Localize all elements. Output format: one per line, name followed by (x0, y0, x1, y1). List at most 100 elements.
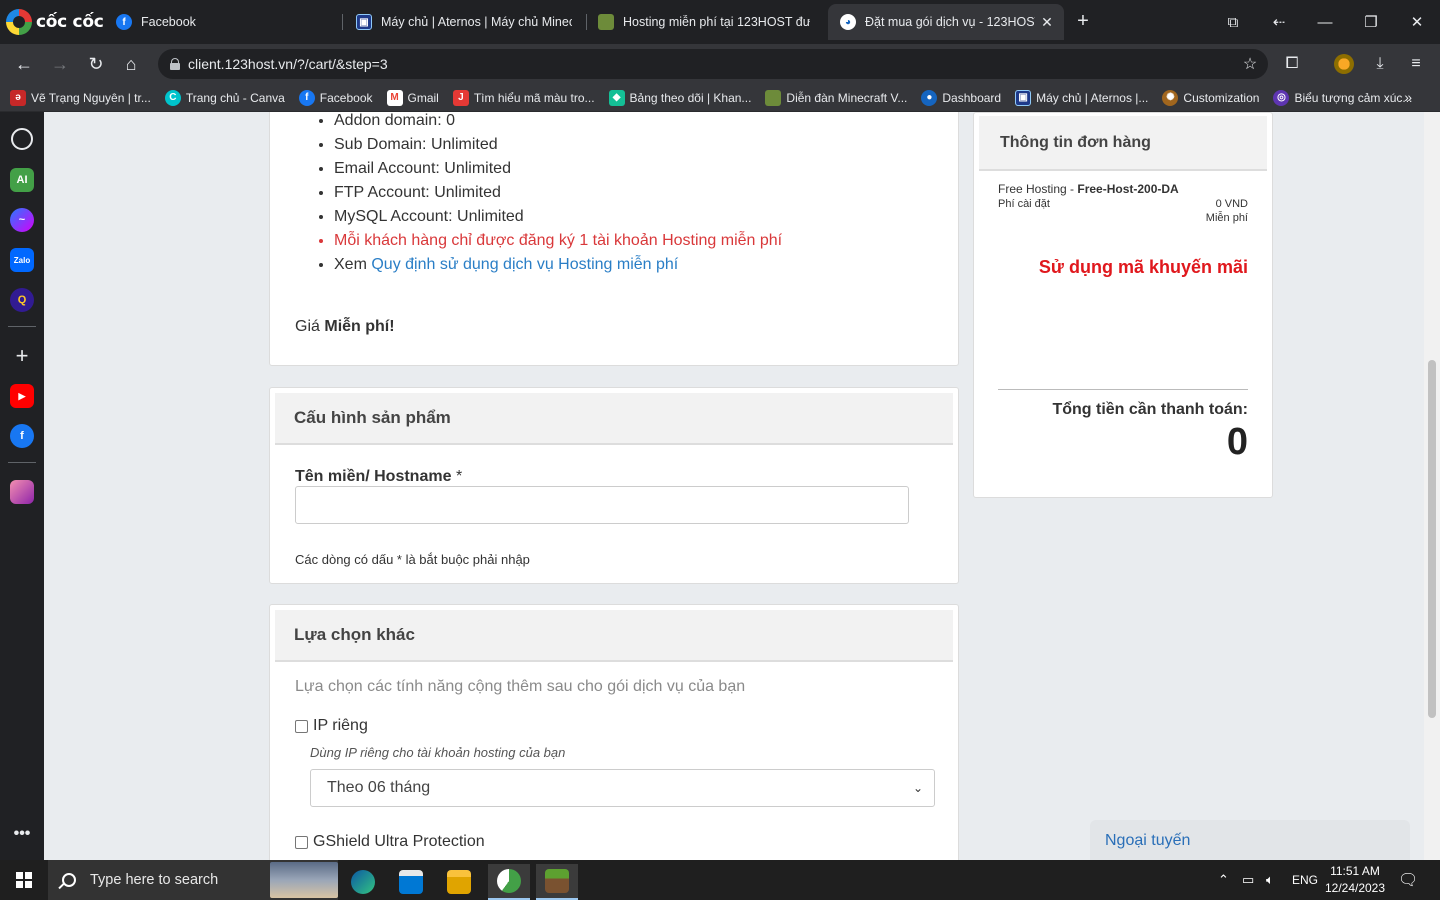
clock-date: 12/24/2023 (1324, 881, 1386, 895)
coccoc-icon (497, 869, 521, 893)
youtube-icon[interactable]: ▶ (10, 384, 34, 408)
address-bar[interactable]: client.123host.vn/?/cart/&step=3 ☆ (158, 49, 1268, 79)
minecraft-block-icon (765, 89, 782, 106)
history-icon[interactable] (11, 128, 33, 150)
tab-search-icon[interactable]: ⧉ (1218, 8, 1248, 36)
promo-code-link[interactable]: Sử dụng mã khuyến mãi (1039, 257, 1248, 278)
browser-brand[interactable]: cốc cốc (6, 8, 104, 36)
minimize-button[interactable]: — (1310, 8, 1340, 36)
q-app-icon[interactable]: Q (10, 288, 34, 312)
home-button[interactable]: ⌂ (117, 50, 145, 78)
panel-title: Cấu hình sản phẩm (275, 393, 953, 445)
zalo-icon[interactable]: Zalo (10, 248, 34, 272)
dedicated-ip-checkbox[interactable] (295, 719, 308, 733)
search-placeholder: Type here to search (90, 872, 219, 888)
facebook-icon[interactable]: f (10, 424, 34, 448)
download-icon[interactable]: ⤓ (1368, 52, 1392, 76)
tab-123host-cart[interactable]: ◕ Đặt mua gói dịch vụ - 123HOST ✕ (828, 4, 1064, 40)
hostname-label: Tên miền/ Hostname * (295, 468, 462, 486)
tray-chevron-icon[interactable]: ⌃ (1218, 860, 1229, 900)
tab-title: Hosting miễn phí tại 123HOST được (623, 15, 810, 29)
bookmark-item[interactable]: Diễn đàn Minecraft V... (765, 89, 908, 106)
close-tab-icon[interactable]: ✕ (1038, 13, 1056, 31)
taskbar-clock[interactable]: 11:51 AM 12/24/2023 (1322, 863, 1388, 897)
tab-hosting-free[interactable]: Hosting miễn phí tại 123HOST được (586, 6, 822, 38)
taskbar-explorer[interactable] (438, 864, 480, 900)
tab-title: Đặt mua gói dịch vụ - 123HOST (865, 15, 1035, 29)
123host-icon: ◕ (840, 14, 856, 30)
notifications-icon[interactable]: 🗨︎ (1398, 860, 1418, 900)
start-button[interactable] (0, 860, 48, 900)
messenger-icon[interactable]: ~ (10, 208, 34, 232)
bookmark-label: Diễn đàn Minecraft V... (786, 90, 908, 105)
scroll-thumb[interactable] (1428, 360, 1436, 718)
taskbar-edge[interactable] (342, 864, 384, 900)
bookmark-item[interactable]: C Trang chủ - Canva (164, 89, 285, 106)
gshield-option[interactable]: GShield Ultra Protection (295, 833, 485, 851)
required-mark: * (455, 468, 463, 485)
forward-button[interactable]: → (46, 50, 74, 78)
aternos-icon: ▣ (356, 14, 372, 30)
bookmark-star-icon[interactable]: ☆ (1240, 54, 1260, 74)
policy-prefix: Xem (334, 256, 367, 273)
feature-item: MySQL Account: Unlimited (334, 205, 782, 229)
bookmark-item[interactable]: ◎ Biểu tượng cảm xúc... (1273, 89, 1412, 106)
dedicated-ip-option[interactable]: IP riêng (295, 717, 368, 735)
tab-facebook[interactable]: f Facebook (104, 6, 334, 38)
bookmark-item[interactable]: ◆ Bảng theo dõi | Khan... (608, 89, 751, 106)
reload-button[interactable]: ↻ (82, 50, 110, 78)
bookmark-item[interactable]: ✺ Customization (1162, 89, 1259, 106)
back-arrow-icon[interactable]: ⇠ (1264, 8, 1294, 36)
bookmark-item[interactable]: J Tìm hiểu mã màu tro... (452, 89, 595, 106)
aternos-icon: ▣ (1015, 89, 1032, 106)
extensions-icon[interactable]: ⧠ (1280, 52, 1304, 76)
minecraft-block-icon (598, 14, 614, 30)
summary-divider (998, 389, 1248, 390)
bookmark-label: Tìm hiểu mã màu tro... (473, 90, 595, 105)
tab-aternos[interactable]: ▣ Máy chủ | Aternos | Máy chủ Minecra (344, 6, 584, 38)
khan-icon: ◆ (608, 89, 625, 106)
profile-avatar[interactable] (1334, 54, 1354, 74)
price-label: Giá (295, 318, 320, 335)
option-label: IP riêng (313, 717, 368, 734)
more-bookmarks-icon[interactable]: » (1404, 89, 1412, 105)
option-subtitle: Dùng IP riêng cho tài khoản hosting của … (310, 745, 566, 760)
hostname-input[interactable] (295, 486, 909, 524)
bookmark-item[interactable]: ǝ Vẽ Trạng Nguyên | tr... (10, 89, 151, 106)
game-app-icon[interactable] (10, 480, 34, 504)
page-scrollbar[interactable] (1424, 112, 1440, 860)
menu-icon[interactable]: ≡ (1404, 52, 1428, 76)
brand-name: cốc cốc (36, 12, 104, 32)
volume-icon[interactable]: 🔈︎ (1266, 860, 1274, 900)
product-name: Free-Host-200-DA (1077, 182, 1179, 196)
back-button[interactable]: ← (10, 50, 38, 78)
more-options-icon[interactable]: ••• (10, 822, 34, 846)
taskbar-store[interactable] (390, 864, 432, 900)
coccoc-logo-icon (6, 9, 32, 35)
close-window-button[interactable]: ✕ (1402, 8, 1432, 36)
bookmark-item[interactable]: ▣ Máy chủ | Aternos |... (1015, 89, 1148, 106)
billing-cycle-select[interactable]: Theo 06 tháng ⌄ (310, 769, 935, 807)
taskbar-coccoc[interactable] (488, 864, 530, 900)
new-tab-button[interactable]: + (1072, 10, 1094, 32)
bookmark-item[interactable]: ● Dashboard (921, 89, 1001, 106)
add-panel-icon[interactable]: + (10, 343, 34, 368)
language-indicator[interactable]: ENG (1292, 860, 1318, 900)
policy-link[interactable]: Quy định sử dụng dịch vụ Hosting miễn ph… (371, 256, 678, 273)
facebook-icon: f (116, 14, 132, 30)
lock-icon[interactable] (170, 58, 180, 70)
gshield-checkbox[interactable] (295, 835, 308, 849)
ai-assistant-icon[interactable]: AI (10, 168, 34, 192)
bookmark-item[interactable]: f Facebook (298, 89, 373, 106)
restore-button[interactable]: ❐ (1356, 8, 1386, 36)
search-icon (62, 873, 76, 887)
taskbar-search[interactable]: Type here to search (48, 860, 338, 900)
bookmark-item[interactable]: M Gmail (386, 89, 439, 106)
option-label: GShield Ultra Protection (313, 833, 485, 850)
network-icon[interactable]: ▭ (1242, 860, 1254, 900)
taskbar-minecraft[interactable] (536, 864, 578, 900)
chat-widget[interactable]: Ngoại tuyến (1090, 820, 1410, 860)
dashboard-icon: ● (921, 89, 938, 106)
url-text[interactable]: client.123host.vn/?/cart/&step=3 (188, 56, 388, 72)
addons-description: Lựa chọn các tính năng cộng thêm sau cho… (295, 678, 746, 695)
